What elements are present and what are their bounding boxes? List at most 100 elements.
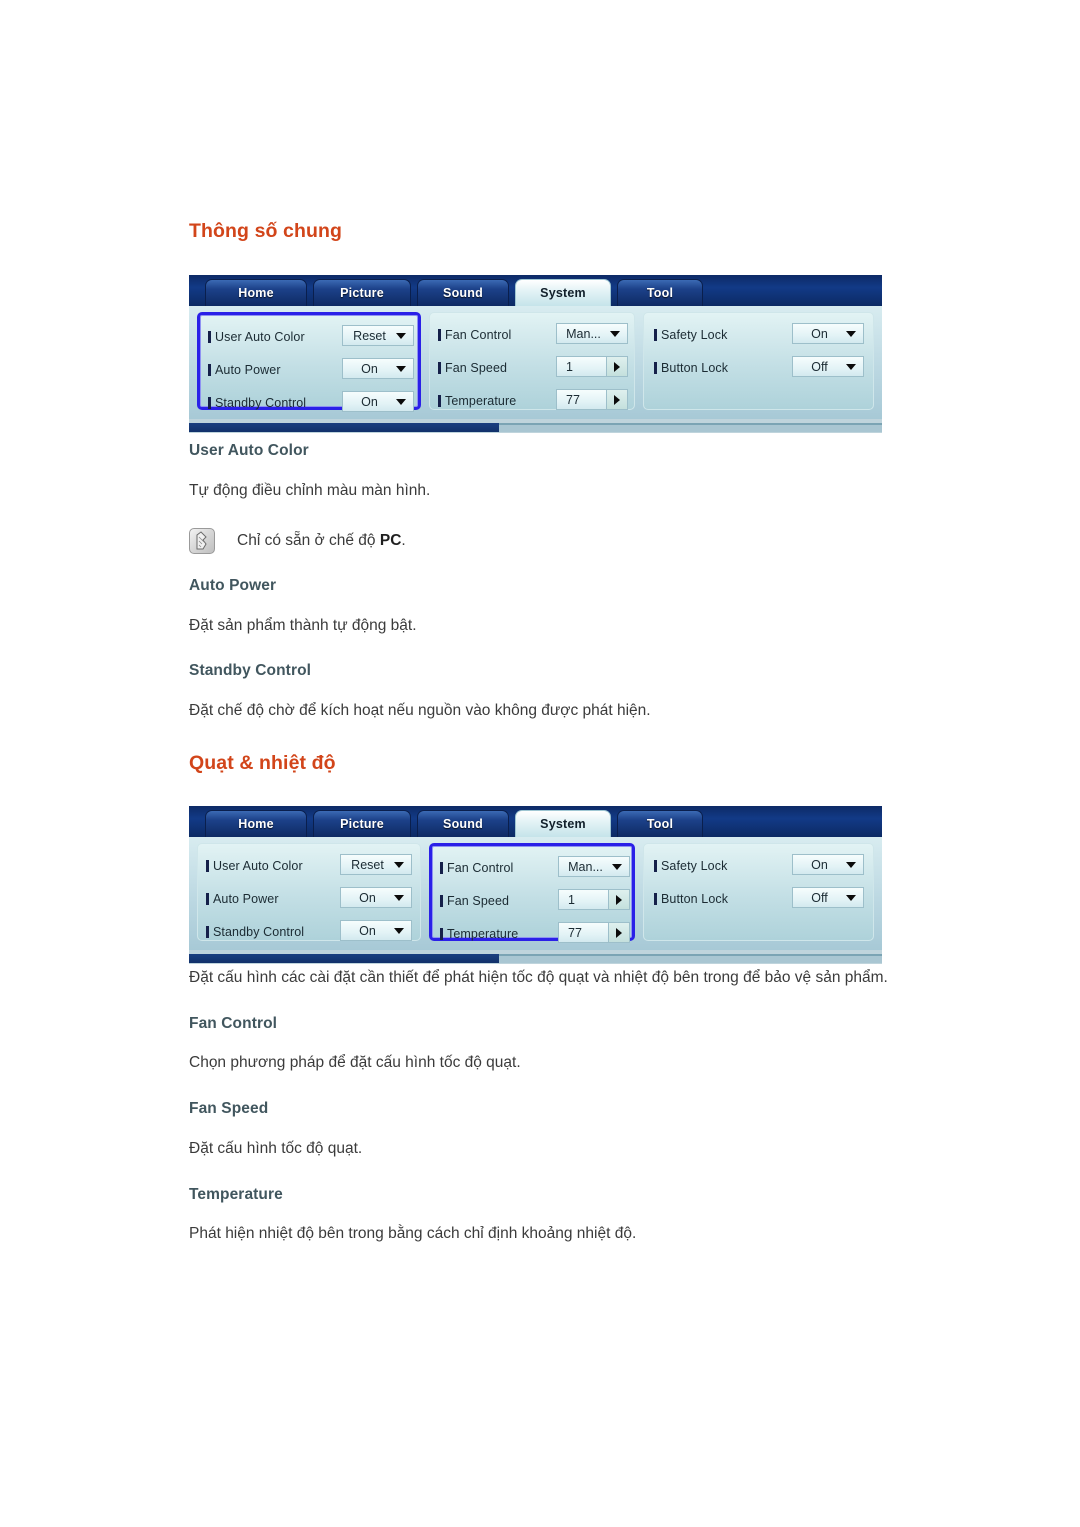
osd-dropdown-value: Man... xyxy=(568,859,603,874)
osd-tabbar: Home Picture Sound System Tool xyxy=(189,275,882,306)
osd-row-auto-power[interactable]: Auto Power xyxy=(208,359,281,381)
spinner-increase-button[interactable] xyxy=(606,390,627,409)
osd-tabbar: Home Picture Sound System Tool xyxy=(189,806,882,837)
tab-picture[interactable]: Picture xyxy=(313,279,411,306)
osd-column-fan[interactable]: Fan Control Man... Fan Speed 1 Temperatu… xyxy=(429,843,635,943)
osd-dropdown-auto-power[interactable]: On xyxy=(342,358,414,379)
spinner-increase-button[interactable] xyxy=(608,890,629,909)
osd-spinner-temperature[interactable]: 77 xyxy=(556,389,628,410)
subheading-user-auto-color: User Auto Color xyxy=(189,442,309,459)
osd-column-fan[interactable]: Fan Control Man... Fan Speed 1 Temperatu… xyxy=(429,312,635,410)
body-fan-intro: Đặt cấu hình các cài đặt cần thiết để ph… xyxy=(189,969,888,986)
bullet-icon xyxy=(438,329,441,341)
note-pc-only: Chỉ có sẵn ở chế độ PC. xyxy=(189,528,406,554)
tab-tool[interactable]: Tool xyxy=(617,279,703,306)
osd-row-safety-lock[interactable]: Safety Lock xyxy=(654,855,727,877)
osd-dropdown-user-auto-color[interactable]: Reset xyxy=(342,325,414,346)
osd-dropdown-safety-lock[interactable]: On xyxy=(792,854,864,875)
osd-footer-progress xyxy=(189,423,499,432)
bullet-icon xyxy=(654,362,657,374)
tab-picture[interactable]: Picture xyxy=(313,810,411,837)
osd-row-temperature[interactable]: Temperature xyxy=(440,923,518,945)
chevron-down-icon xyxy=(396,398,406,405)
osd-row-temperature[interactable]: Temperature xyxy=(438,390,516,412)
osd-column-lock[interactable]: Safety Lock On Button Lock Off xyxy=(643,312,874,410)
osd-dropdown-value: On xyxy=(811,857,828,872)
bullet-icon xyxy=(654,329,657,341)
osd-row-label: Fan Control xyxy=(447,861,514,875)
chevron-down-icon xyxy=(396,332,406,339)
osd-row-fan-control[interactable]: Fan Control xyxy=(440,857,513,879)
osd-row-auto-power[interactable]: Auto Power xyxy=(206,888,279,910)
osd-dropdown-safety-lock[interactable]: On xyxy=(792,323,864,344)
osd-dropdown-value: On xyxy=(359,923,376,938)
osd-dropdown-value: On xyxy=(361,394,378,409)
osd-row-standby-control[interactable]: Standby Control xyxy=(206,921,304,943)
osd-dropdown-value: Reset xyxy=(353,328,386,343)
spinner-increase-button[interactable] xyxy=(606,357,627,376)
bullet-icon xyxy=(438,395,441,407)
osd-panel-fan: Home Picture Sound System Tool User Auto… xyxy=(189,806,882,964)
osd-footer-bar xyxy=(189,954,882,963)
tab-home[interactable]: Home xyxy=(205,810,307,837)
osd-row-fan-speed[interactable]: Fan Speed xyxy=(440,890,509,912)
bullet-icon xyxy=(654,893,657,905)
spinner-increase-button[interactable] xyxy=(608,923,629,942)
bullet-icon xyxy=(440,895,443,907)
body-auto-power: Đặt sản phẩm thành tự động bật. xyxy=(189,617,417,634)
osd-row-fan-control[interactable]: Fan Control xyxy=(438,324,511,346)
osd-spinner-fan-speed[interactable]: 1 xyxy=(558,889,630,910)
osd-column-lock[interactable]: Safety Lock On Button Lock Off xyxy=(643,843,874,941)
osd-dropdown-user-auto-color[interactable]: Reset xyxy=(340,854,412,875)
bullet-icon xyxy=(208,397,211,409)
chevron-right-icon xyxy=(614,394,620,405)
body-fan-control: Chọn phương pháp để đặt cấu hình tốc độ … xyxy=(189,1054,521,1071)
osd-column-display[interactable]: User Auto Color Reset Auto Power On Stan… xyxy=(197,843,421,941)
bullet-icon xyxy=(654,860,657,872)
section-heading-general: Thông số chung xyxy=(189,220,343,242)
osd-dropdown-fan-control[interactable]: Man... xyxy=(558,856,630,877)
subheading-auto-power: Auto Power xyxy=(189,577,277,594)
subheading-standby-control: Standby Control xyxy=(189,662,312,679)
section-heading-fan-temperature: Quạt & nhiệt độ xyxy=(189,752,336,774)
osd-dropdown-button-lock[interactable]: Off xyxy=(792,887,864,908)
osd-column-display[interactable]: User Auto Color Reset Auto Power On Stan… xyxy=(197,312,421,412)
document-page: Thông số chung Home Picture Sound System… xyxy=(0,0,1080,1527)
tab-tool[interactable]: Tool xyxy=(617,810,703,837)
osd-row-label: Standby Control xyxy=(215,396,307,410)
note-prefix: Chỉ có sẵn ở chế độ xyxy=(237,532,380,549)
osd-dropdown-fan-control[interactable]: Man... xyxy=(556,323,628,344)
tab-system[interactable]: System xyxy=(515,810,611,837)
tab-sound[interactable]: Sound xyxy=(417,810,509,837)
osd-row-label: Button Lock xyxy=(661,892,729,906)
osd-body: User Auto Color Reset Auto Power On Stan… xyxy=(189,306,882,419)
osd-row-safety-lock[interactable]: Safety Lock xyxy=(654,324,727,346)
osd-spinner-fan-speed[interactable]: 1 xyxy=(556,356,628,377)
osd-row-button-lock[interactable]: Button Lock xyxy=(654,357,728,379)
osd-dropdown-auto-power[interactable]: On xyxy=(340,887,412,908)
chevron-down-icon xyxy=(846,330,856,337)
osd-dropdown-button-lock[interactable]: Off xyxy=(792,356,864,377)
chevron-right-icon xyxy=(616,927,622,938)
body-fan-speed: Đặt cấu hình tốc độ quạt. xyxy=(189,1140,363,1157)
osd-row-label: Button Lock xyxy=(661,361,729,375)
bullet-icon xyxy=(438,362,441,374)
subheading-fan-speed: Fan Speed xyxy=(189,1100,269,1117)
osd-row-label: Auto Power xyxy=(215,363,281,377)
osd-dropdown-value: Off xyxy=(811,890,828,905)
osd-row-user-auto-color[interactable]: User Auto Color xyxy=(206,855,303,877)
osd-dropdown-standby-control[interactable]: On xyxy=(342,391,414,412)
note-icon xyxy=(189,528,215,554)
osd-row-standby-control[interactable]: Standby Control xyxy=(208,392,306,414)
osd-row-fan-speed[interactable]: Fan Speed xyxy=(438,357,507,379)
osd-row-button-lock[interactable]: Button Lock xyxy=(654,888,728,910)
osd-body: User Auto Color Reset Auto Power On Stan… xyxy=(189,837,882,950)
tab-home[interactable]: Home xyxy=(205,279,307,306)
osd-spinner-temperature[interactable]: 77 xyxy=(558,922,630,943)
osd-dropdown-value: Man... xyxy=(566,326,601,341)
osd-dropdown-standby-control[interactable]: On xyxy=(340,920,412,941)
tab-system[interactable]: System xyxy=(515,279,611,306)
tab-sound[interactable]: Sound xyxy=(417,279,509,306)
osd-row-user-auto-color[interactable]: User Auto Color xyxy=(208,326,305,348)
bullet-icon xyxy=(440,862,443,874)
